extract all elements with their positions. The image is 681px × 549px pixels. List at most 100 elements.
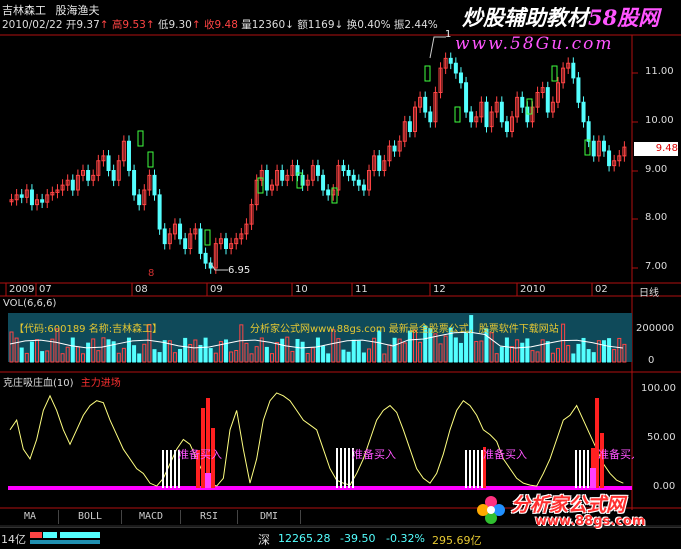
candle — [137, 194, 142, 206]
candle — [19, 194, 24, 198]
tab-macd[interactable]: MACD — [122, 510, 181, 524]
time-tick-label: 11 — [355, 284, 368, 295]
status-pct: -0.32% — [386, 532, 425, 545]
price-tick-label: 11.00 — [645, 66, 674, 77]
current-price-tag: 9.48 — [634, 142, 678, 156]
signal-stripe — [340, 448, 342, 488]
volume-bar — [591, 352, 596, 363]
candle — [586, 121, 591, 142]
candle — [40, 199, 45, 203]
volume-bar — [106, 339, 111, 363]
price-tick-label: 8.00 — [645, 212, 668, 223]
candle — [295, 165, 300, 176]
candle — [346, 170, 351, 176]
signal-box — [424, 65, 431, 82]
volume-bar — [300, 341, 305, 363]
tab-ma[interactable]: MA — [2, 510, 59, 524]
signal-stripe — [336, 448, 338, 488]
indicator-subtitle: 主力进场 — [80, 378, 121, 389]
volume-bar — [525, 338, 530, 363]
candle — [448, 57, 453, 64]
volume-bar — [586, 349, 591, 363]
vol-title: VOL(6,6,6) — [3, 298, 57, 309]
volume-bar — [295, 338, 300, 363]
price-tick-label: 10.00 — [645, 115, 674, 126]
signal-stripe — [465, 450, 467, 488]
signal-label-2: 准备买入 — [352, 448, 396, 461]
candle — [591, 140, 596, 157]
stock-chart-canvas[interactable] — [0, 0, 681, 548]
candle — [607, 150, 612, 167]
candle — [315, 165, 320, 176]
status-bar-segment — [30, 540, 100, 544]
candle — [183, 238, 188, 249]
volume-bar — [132, 345, 137, 363]
price-tick-label: 7.00 — [645, 261, 668, 272]
vol-ad-banner: 分析家公式网www.88gs.com 最新最全股票公式，股票软件下载网站 — [250, 324, 559, 335]
candle — [356, 179, 361, 186]
signal-box — [454, 106, 461, 123]
candle — [504, 121, 509, 132]
candle — [571, 62, 576, 79]
status-bar-segment — [30, 532, 42, 538]
status-amount: 295.69亿 — [432, 534, 482, 547]
status-bar: 14亿 深 12265.28 -39.50 -0.32% 295.69亿 — [0, 527, 681, 549]
high-marker: 1 — [445, 29, 452, 40]
volume-bar — [157, 352, 162, 363]
tab-boll[interactable]: BOLL — [59, 510, 122, 524]
candle — [152, 174, 157, 196]
time-tick-label: 2010 — [520, 284, 546, 295]
volume-bar — [576, 343, 581, 363]
volume-bar — [208, 348, 213, 363]
volume-bar — [407, 330, 412, 363]
candle — [326, 189, 331, 196]
candle — [361, 184, 366, 191]
candle — [321, 174, 326, 191]
signal-stripe — [166, 450, 168, 488]
volume-bar — [607, 338, 612, 363]
oscillator-line — [9, 392, 624, 487]
time-tick-label: 10 — [295, 284, 308, 295]
site-logo: 分析家公式网 www.88gs.com — [475, 490, 675, 530]
tab-dmi[interactable]: DMI — [238, 510, 301, 524]
candle — [423, 96, 428, 113]
time-tick-label: 12 — [433, 284, 446, 295]
candle — [377, 155, 382, 171]
candle — [132, 170, 137, 196]
candle — [70, 179, 75, 191]
time-tick-label: 2009 — [9, 284, 35, 295]
low-marker-small: 8 — [148, 268, 155, 279]
signal-stripe — [162, 450, 164, 488]
period-label[interactable]: 日线 — [639, 284, 659, 299]
volume-bar — [453, 337, 458, 363]
volume-bar — [361, 352, 366, 363]
volume-bar — [280, 338, 285, 363]
price-tick-label: 9.00 — [645, 164, 668, 175]
candle — [111, 170, 116, 181]
vol-axis-0: 0 — [648, 355, 655, 366]
candle — [106, 155, 111, 171]
volume-bar — [377, 330, 382, 363]
status-index: 12265.28 — [278, 532, 331, 545]
candle — [469, 111, 474, 123]
volume-bar — [520, 342, 525, 363]
signal-stripe — [579, 450, 581, 488]
volume-bar — [351, 339, 356, 363]
signal-box — [147, 151, 154, 168]
signal-stripe — [344, 448, 346, 488]
candle — [162, 228, 167, 245]
candle — [341, 165, 346, 171]
candle — [428, 111, 433, 123]
candle — [392, 145, 397, 152]
signal-stripe — [477, 450, 479, 488]
status-left: 14亿 — [1, 533, 26, 546]
ind-axis-50: 50.00 — [647, 432, 676, 443]
volume-bar — [162, 340, 167, 363]
signal-label-3: 准备买入 — [483, 448, 527, 461]
tab-rsi[interactable]: RSI — [181, 510, 238, 524]
time-tick-label: 09 — [210, 284, 223, 295]
logo-url: www.88gs.com — [535, 514, 646, 529]
signal-stripe — [469, 450, 471, 488]
logo-text: 分析家公式网 — [511, 494, 626, 516]
volume-bar — [545, 341, 550, 363]
